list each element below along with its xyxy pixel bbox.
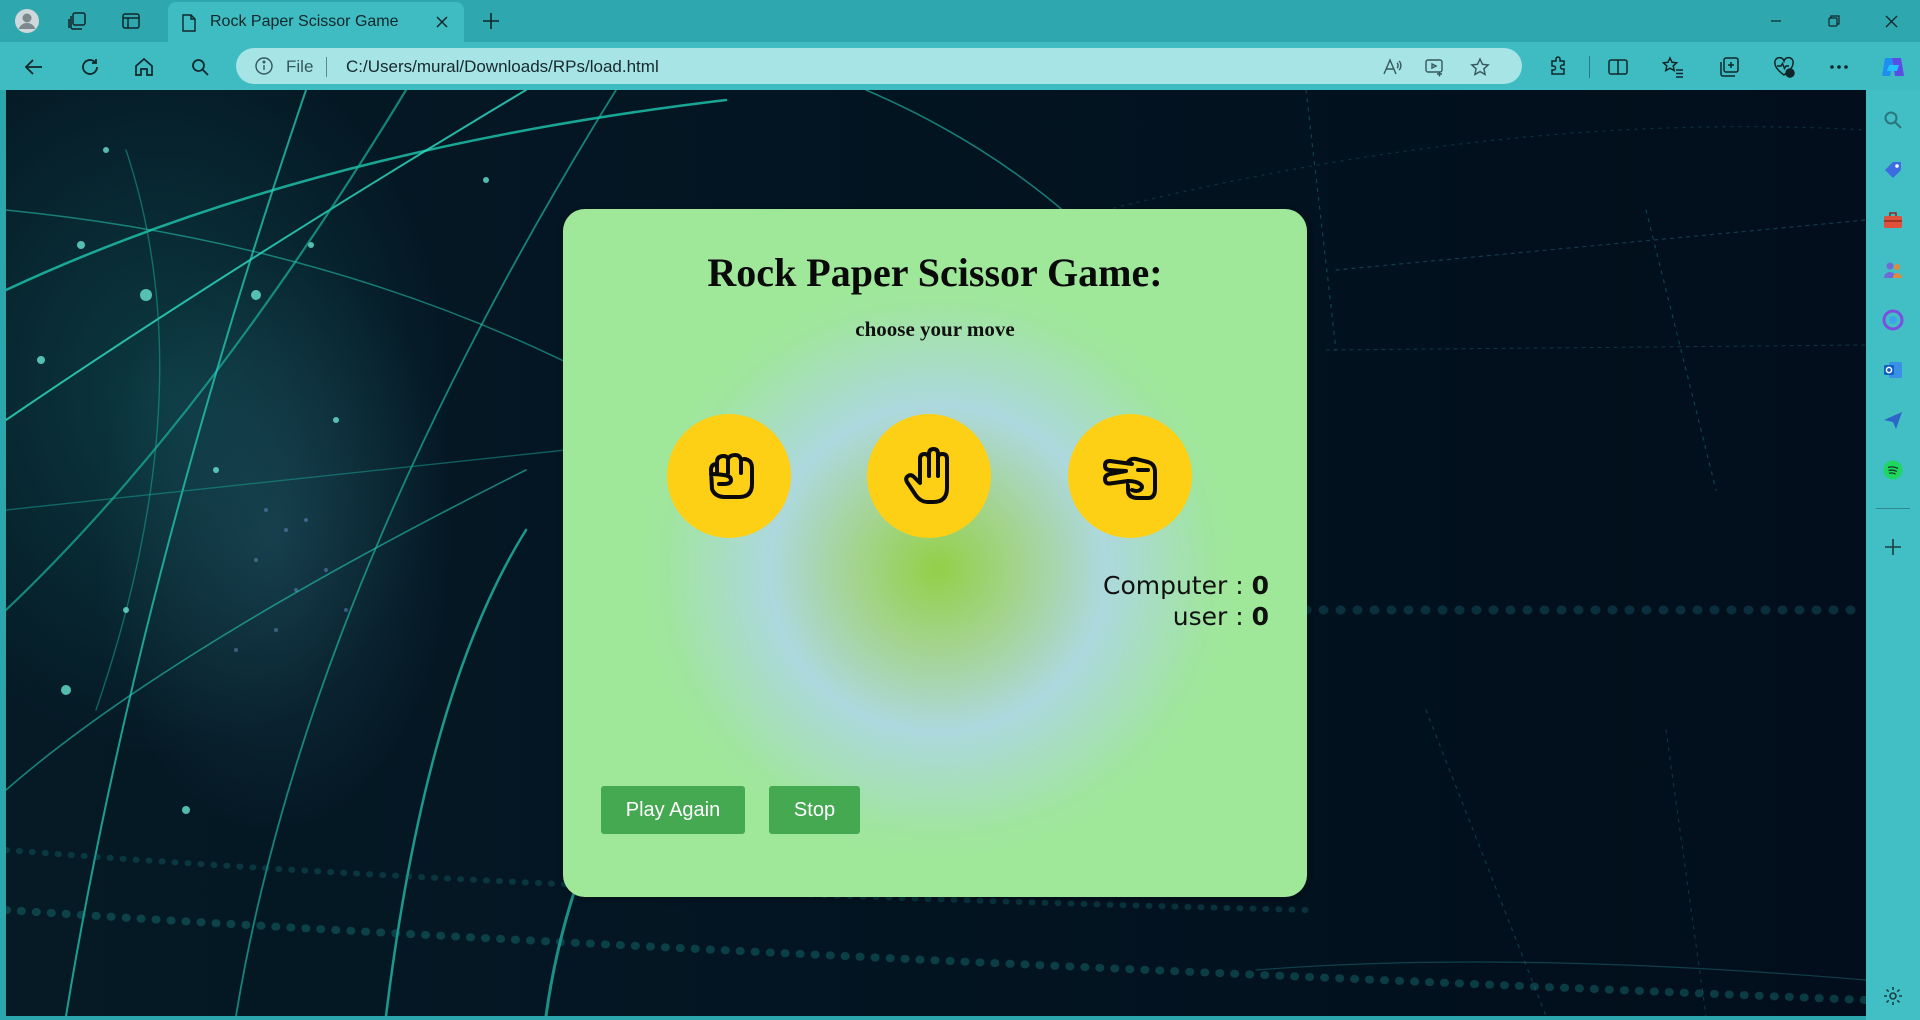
close-window-icon[interactable] bbox=[1871, 8, 1911, 34]
computer-score: Computer : 0 bbox=[1103, 571, 1269, 600]
split-screen-icon[interactable] bbox=[1602, 51, 1634, 83]
restore-icon[interactable] bbox=[1814, 8, 1854, 34]
toolbox-icon[interactable] bbox=[1879, 206, 1907, 234]
game-subtitle: choose your move bbox=[855, 317, 1015, 341]
rock-hand-icon bbox=[709, 453, 754, 499]
sidebar-search-icon[interactable] bbox=[1879, 106, 1907, 134]
title-bar: Rock Paper Scissor Game bbox=[0, 0, 1920, 42]
paper-button[interactable] bbox=[867, 414, 991, 538]
page-viewport: Rock Paper Scissor Game: choose your mov… bbox=[6, 90, 1866, 1016]
tag-icon[interactable] bbox=[1879, 156, 1907, 184]
play-again-button[interactable]: Play Again bbox=[601, 786, 745, 834]
star-icon[interactable] bbox=[1468, 55, 1492, 79]
copilot-icon[interactable] bbox=[1877, 51, 1909, 83]
app-available-icon[interactable] bbox=[1422, 55, 1446, 79]
collections-icon[interactable] bbox=[1713, 51, 1745, 83]
outlook-icon[interactable] bbox=[1879, 356, 1907, 384]
scheme-label: File bbox=[286, 57, 314, 76]
new-tab-icon[interactable] bbox=[478, 8, 504, 34]
tab-title: Rock Paper Scissor Game bbox=[210, 13, 399, 30]
settings-icon[interactable] bbox=[1879, 982, 1907, 1010]
scissors-button[interactable] bbox=[1068, 414, 1192, 538]
user-score-label: user : bbox=[1172, 602, 1252, 631]
game-card: Rock Paper Scissor Game: choose your mov… bbox=[563, 209, 1307, 897]
send-icon[interactable] bbox=[1879, 406, 1907, 434]
profile-icon[interactable] bbox=[14, 8, 40, 34]
sidebar-divider bbox=[1876, 508, 1910, 509]
more-icon[interactable] bbox=[1823, 51, 1855, 83]
back-icon[interactable] bbox=[18, 51, 50, 83]
stop-button[interactable]: Stop bbox=[769, 786, 860, 834]
refresh-icon[interactable] bbox=[74, 51, 106, 83]
paper-hand-icon bbox=[904, 447, 949, 504]
divider bbox=[326, 57, 327, 77]
tab-actions-icon[interactable] bbox=[118, 8, 144, 34]
computer-score-label: Computer : bbox=[1102, 571, 1252, 600]
read-aloud-icon[interactable] bbox=[1380, 55, 1404, 79]
toolbar-divider bbox=[1589, 56, 1590, 78]
game-title: Rock Paper Scissor Game: bbox=[707, 250, 1163, 295]
spotify-icon[interactable] bbox=[1879, 456, 1907, 484]
page-icon bbox=[182, 14, 196, 37]
add-icon[interactable] bbox=[1879, 533, 1907, 561]
home-icon[interactable] bbox=[128, 51, 160, 83]
computer-score-value: 0 bbox=[1251, 571, 1269, 600]
people-icon[interactable] bbox=[1879, 256, 1907, 284]
browser-tab[interactable]: Rock Paper Scissor Game bbox=[168, 2, 464, 42]
minimize-icon[interactable] bbox=[1756, 8, 1796, 34]
url-text[interactable]: C:/Users/mural/Downloads/RPs/load.html bbox=[346, 57, 659, 77]
search-icon[interactable] bbox=[184, 51, 216, 83]
scissors-hand-icon bbox=[1103, 456, 1157, 500]
rock-button[interactable] bbox=[667, 414, 791, 538]
user-score-value: 0 bbox=[1251, 602, 1269, 631]
browser-sidebar bbox=[1866, 90, 1920, 1020]
browser-toolbar: File C:/Users/mural/Downloads/RPs/load.h… bbox=[0, 42, 1920, 90]
user-score: user : 0 bbox=[1173, 602, 1269, 631]
close-tab-icon[interactable] bbox=[432, 12, 452, 32]
address-bar[interactable]: File C:/Users/mural/Downloads/RPs/load.h… bbox=[236, 48, 1522, 84]
copilot-circle-icon[interactable] bbox=[1879, 306, 1907, 334]
workspaces-icon[interactable] bbox=[64, 8, 90, 34]
info-icon[interactable] bbox=[254, 56, 274, 81]
puzzle-icon[interactable] bbox=[1543, 51, 1575, 83]
heart-pulse-icon[interactable] bbox=[1768, 51, 1800, 83]
favorites-icon[interactable] bbox=[1657, 51, 1689, 83]
